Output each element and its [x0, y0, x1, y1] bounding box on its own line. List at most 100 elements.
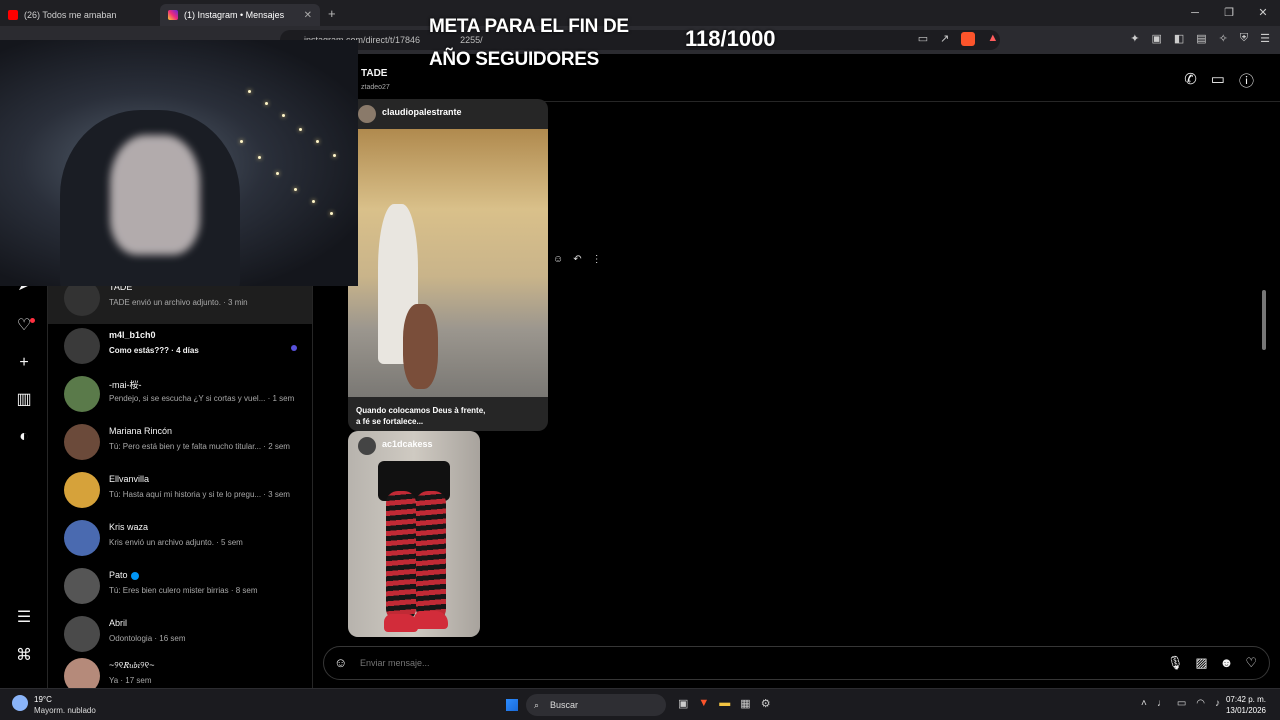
string-light: [330, 212, 333, 215]
network-icon[interactable]: ▭: [1177, 698, 1186, 709]
phone-call-icon[interactable]: ✆: [1184, 70, 1197, 91]
conversation-name: m4l_b1ch0: [109, 330, 156, 340]
sticker-icon[interactable]: ☻: [1220, 655, 1234, 671]
settings-gear-icon[interactable]: ⚙: [761, 697, 771, 710]
heart-icon[interactable]: ♡: [1245, 655, 1257, 671]
leo-ai-icon[interactable]: ✧: [1219, 32, 1228, 46]
conversation-preview: Pendejo, si se escucha ¿Y si cortas y vu…: [109, 394, 295, 403]
react-emoji-icon[interactable]: ☺: [553, 254, 563, 265]
more-menu-icon[interactable]: ☰: [14, 608, 34, 628]
microphone-icon[interactable]: 🎙: [1167, 655, 1184, 671]
chat-header-actions: ✆ ▭ ⓘ: [1184, 70, 1254, 91]
shared-post[interactable]: claudiopalestrante Quando colocamos Deus…: [348, 99, 548, 431]
follower-goal-count: 118/1000: [685, 26, 776, 51]
tab-manager-icon[interactable]: ▣: [1151, 32, 1161, 46]
conversation-name: Ellvanvilla: [109, 474, 150, 484]
brave-rewards-icon[interactable]: ▲: [987, 32, 998, 46]
string-light: [312, 200, 315, 203]
windows-taskbar: 19°C Mayorm. nublado ⌕ Buscar ▣ ▼ ▬ ▦ ⚙ …: [0, 688, 1280, 720]
notification-dot: [30, 318, 35, 323]
threads-icon[interactable]: ⌘: [14, 646, 34, 666]
message-actions: ☺ ↶ ⋮: [553, 254, 602, 265]
volume-icon[interactable]: ♪: [1215, 698, 1220, 709]
chat-contact-username: ztadeo27: [361, 84, 390, 91]
profile-icon[interactable]: ◐: [14, 427, 34, 447]
conversation-item[interactable]: Mariana Rincón Tú: Pero está bien y te f…: [48, 420, 312, 468]
conversation-preview: Ya · 17 sem: [109, 676, 152, 685]
vpn-icon[interactable]: ⛨: [1240, 32, 1248, 46]
store-icon[interactable]: ▦: [740, 697, 750, 710]
reply-icon[interactable]: ↶: [573, 254, 581, 265]
minimize-icon[interactable]: ─: [1178, 0, 1212, 26]
message-input[interactable]: [358, 647, 1058, 679]
maximize-icon[interactable]: ❐: [1212, 0, 1246, 26]
taskbar-search[interactable]: ⌕ Buscar: [526, 694, 666, 716]
shoe-shape: [384, 614, 418, 632]
window-controls: ─ ❐ ✕: [1178, 0, 1280, 26]
create-icon[interactable]: +: [14, 353, 34, 373]
conversation-item[interactable]: Abril Odontologia · 16 sem: [48, 612, 312, 660]
chat-contact-name[interactable]: TADE: [361, 68, 387, 79]
scrollbar-thumb[interactable]: [1262, 290, 1266, 350]
task-view-icon[interactable]: ▣: [678, 697, 688, 710]
microphone-tray-icon[interactable]: ♩: [1157, 698, 1167, 709]
tab-youtube[interactable]: (26) Todos me amaban: [0, 4, 160, 26]
avatar: [64, 424, 100, 460]
weather-icon[interactable]: [12, 695, 28, 711]
avatar: [64, 658, 100, 688]
menu-icon[interactable]: ☰: [1260, 32, 1270, 46]
conversation-preview: Kris envió un archivo adjunto. · 5 sem: [109, 538, 243, 547]
conversation-name: Abril: [109, 618, 128, 628]
leg-shape: [416, 491, 446, 621]
avatar: [358, 437, 376, 455]
string-light: [299, 128, 302, 131]
tab-instagram[interactable]: (1) Instagram • Mensajes ✕: [160, 4, 320, 26]
new-tab-icon[interactable]: +: [328, 6, 336, 21]
url-field[interactable]: instagram.com/direct/t/17846 2255/: [280, 30, 1000, 50]
more-options-icon[interactable]: ⋮: [592, 254, 602, 265]
post-username[interactable]: claudiopalestrante: [382, 107, 462, 117]
message-composer: ☺ 🎙 ▨ ☻ ♡: [323, 646, 1270, 680]
string-light: [333, 154, 336, 157]
emoji-picker-icon[interactable]: ☺: [334, 655, 347, 670]
extensions-icon[interactable]: ✦: [1130, 32, 1139, 46]
brave-shield-icon[interactable]: [961, 32, 976, 46]
conversation-item[interactable]: -mai-桜- Pendejo, si se escucha ¿Y si cor…: [48, 372, 312, 420]
conversation-item[interactable]: Kris waza Kris envió un archivo adjunto.…: [48, 516, 312, 564]
conversation-preview: Odontologia · 16 sem: [109, 634, 186, 643]
tab-label: (1) Instagram • Mensajes: [184, 10, 285, 20]
shared-post[interactable]: ac1dcakess: [348, 431, 480, 637]
weather-temperature: 19°C: [34, 695, 52, 704]
dashboard-icon[interactable]: ▥: [14, 390, 34, 410]
conversation-item[interactable]: ~୨୧𝑅𝑢𝑏𝑖୨୧~ Ya · 17 sem: [48, 654, 312, 688]
clock-time[interactable]: 07:42 p. m.: [1226, 695, 1266, 704]
sidebar-icon[interactable]: ◧: [1174, 32, 1184, 46]
verified-badge-icon: [130, 571, 139, 580]
string-light: [258, 156, 261, 159]
start-button-icon[interactable]: [506, 699, 518, 711]
avatar: [64, 376, 100, 412]
share-icon[interactable]: ↗: [940, 32, 949, 46]
conversation-item[interactable]: Ellvanvilla Tú: Hasta aquí mi historia y…: [48, 468, 312, 516]
close-tab-icon[interactable]: ✕: [304, 10, 312, 21]
conversation-item[interactable]: m4l_b1ch0 Como estás??? · 4 días: [48, 324, 312, 372]
file-explorer-icon[interactable]: ▬: [719, 697, 730, 710]
chevron-up-icon[interactable]: ˄: [1141, 698, 1147, 709]
close-window-icon[interactable]: ✕: [1246, 0, 1280, 26]
cast-icon[interactable]: ▭: [918, 32, 928, 46]
clock-date[interactable]: 13/01/2026: [1226, 706, 1266, 715]
info-icon[interactable]: ⓘ: [1239, 70, 1254, 91]
post-username[interactable]: ac1dcakess: [382, 439, 433, 449]
conversation-preview: Como estás??? · 4 días: [109, 346, 199, 355]
brave-browser-icon[interactable]: ▼: [698, 697, 709, 710]
composer-actions: 🎙 ▨ ☻ ♡: [1167, 655, 1257, 671]
conversation-name: Mariana Rincón: [109, 426, 173, 436]
image-upload-icon[interactable]: ▨: [1195, 655, 1207, 671]
wifi-icon[interactable]: ◠: [1196, 698, 1205, 709]
conversation-item[interactable]: Pato Tú: Eres bien culero mister birrias…: [48, 564, 312, 612]
video-call-icon[interactable]: ▭: [1211, 70, 1225, 91]
chat-scrollbar[interactable]: [1262, 110, 1266, 682]
wallet-icon[interactable]: ▤: [1196, 32, 1206, 46]
tab-label: (26) Todos me amaban: [24, 10, 117, 20]
string-light: [282, 114, 285, 117]
